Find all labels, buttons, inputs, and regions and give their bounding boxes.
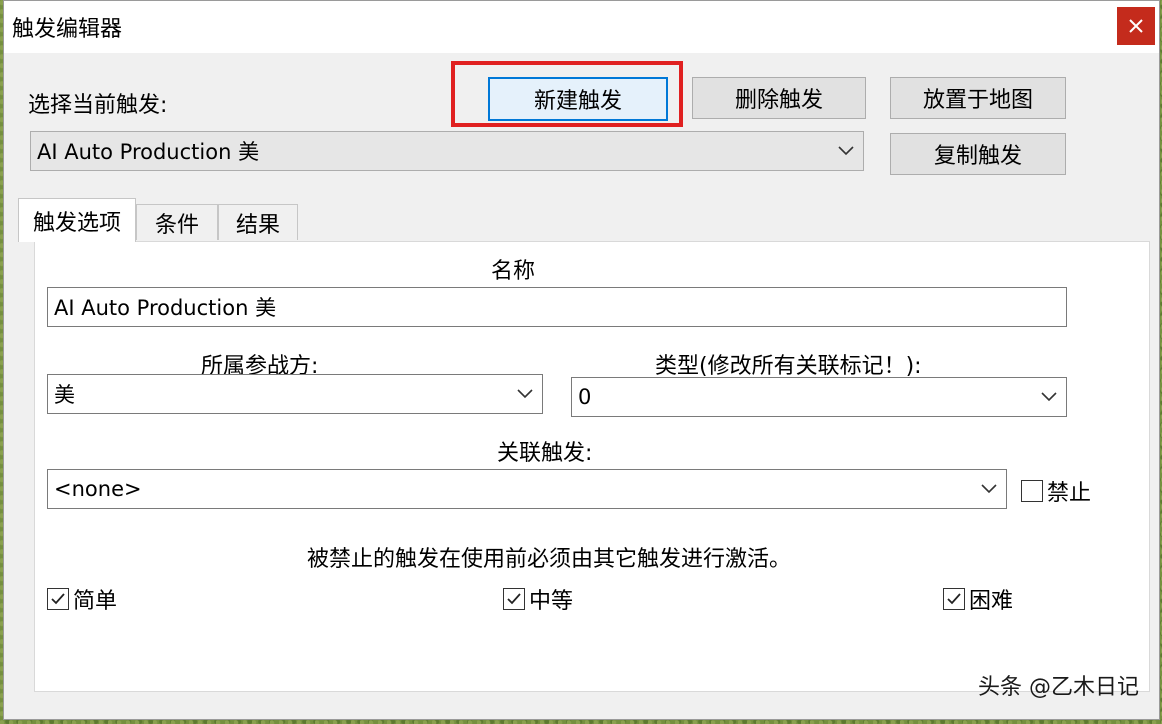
linked-trigger-value: <none> [54,477,142,501]
difficulty-easy-checkbox[interactable]: 简单 [47,583,117,615]
chevron-down-icon [829,132,863,170]
select-trigger-label: 选择当前触发: [28,93,168,118]
delete-trigger-button[interactable]: 删除触发 [692,77,866,119]
trigger-options-panel: 名称 AI Auto Production 美 所属参战方: 美 类型(修改所有… [34,241,1150,692]
title-bar[interactable]: 触发编辑器 [4,1,1159,53]
current-trigger-value: AI Auto Production 美 [37,140,260,164]
name-label: 名称 [491,259,536,284]
checkmark-icon [503,588,525,610]
side-value: 美 [54,383,75,407]
name-field-value: AI Auto Production 美 [54,296,277,320]
trigger-editor-window: 触发编辑器 选择当前触发: 新建触发 删除触发 放置于地图 复制触发 AI Au… [3,0,1160,720]
chevron-down-icon [508,375,542,413]
difficulty-hard-checkbox[interactable]: 困难 [943,583,1013,615]
difficulty-medium-checkbox[interactable]: 中等 [503,583,573,615]
copy-trigger-button[interactable]: 复制触发 [890,133,1066,175]
close-icon [1129,19,1143,33]
tab-trigger-options[interactable]: 触发选项 [18,198,136,242]
difficulty-medium-label: 中等 [529,589,574,614]
tab-conditions[interactable]: 条件 [136,204,218,240]
type-select[interactable]: 0 [571,377,1067,417]
place-on-map-button[interactable]: 放置于地图 [890,77,1066,119]
linked-trigger-select[interactable]: <none> [47,469,1007,509]
side-select[interactable]: 美 [47,374,543,414]
chevron-down-icon [1032,378,1066,416]
watermark: 头条 @乙木日记 [978,675,1139,700]
checkbox-unchecked-icon [1021,480,1043,502]
close-button[interactable] [1117,7,1155,45]
chevron-down-icon [972,470,1006,508]
difficulty-hard-label: 困难 [969,589,1014,614]
linked-trigger-label: 关联触发: [497,441,593,466]
disable-label: 禁止 [1047,481,1092,506]
window-title: 触发编辑器 [12,17,123,42]
type-label: 类型(修改所有关联标记！): [655,354,922,379]
tab-results[interactable]: 结果 [218,204,298,240]
difficulty-easy-label: 简单 [73,589,118,614]
checkmark-icon [47,588,69,610]
current-trigger-select[interactable]: AI Auto Production 美 [30,131,864,171]
name-field[interactable]: AI Auto Production 美 [47,287,1067,327]
checkmark-icon [943,588,965,610]
disable-checkbox[interactable]: 禁止 [1021,475,1091,507]
disabled-note: 被禁止的触发在使用前必须由其它触发进行激活。 [307,547,792,572]
type-value: 0 [578,385,592,409]
highlight-annotation [451,61,683,127]
